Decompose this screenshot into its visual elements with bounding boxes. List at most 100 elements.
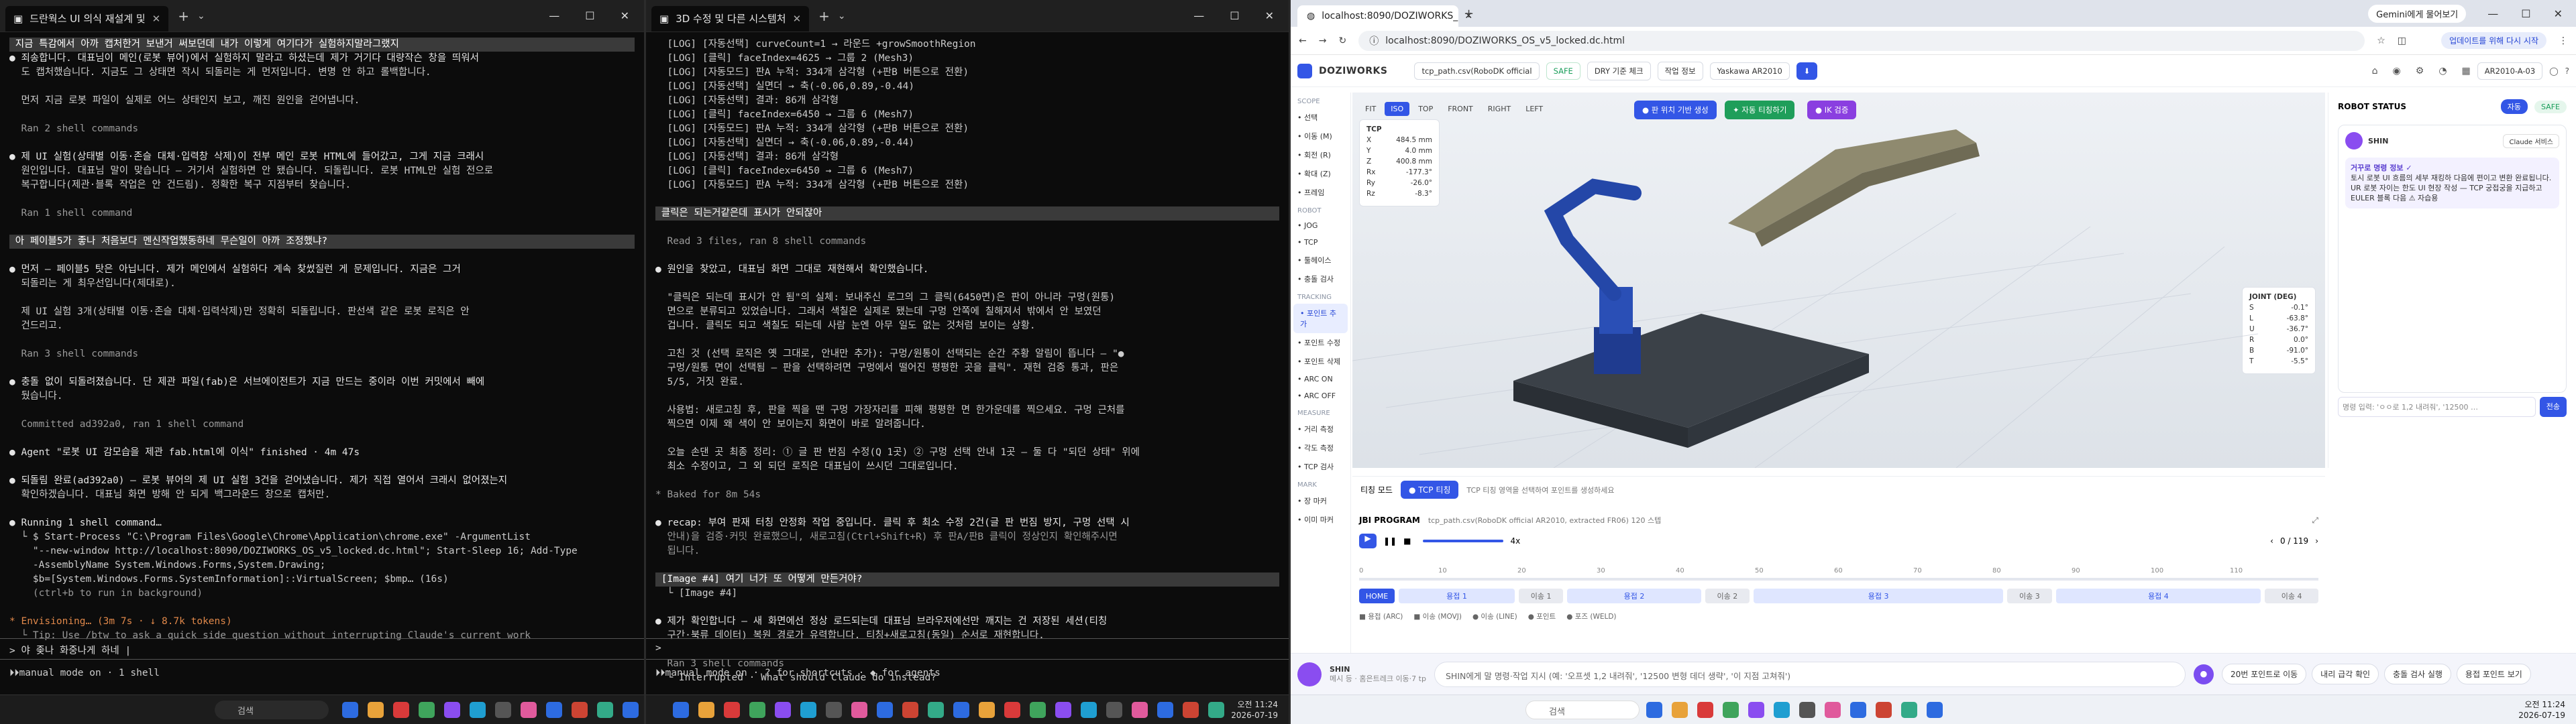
minimize-icon[interactable]: —: [549, 9, 559, 22]
taskbar-app-icon[interactable]: [1723, 702, 1739, 718]
taskbar-app-icon[interactable]: [1004, 702, 1020, 718]
sidebar-item[interactable]: • 거리 측정: [1291, 420, 1350, 438]
taskbar-app-icon[interactable]: [953, 702, 969, 718]
sidebar-item[interactable]: • 포인트 삭제: [1291, 352, 1350, 371]
sidebar-item[interactable]: • 선택: [1291, 108, 1350, 127]
quick-action-chip[interactable]: 용접 포인트 보기: [2456, 664, 2531, 684]
extensions-icon[interactable]: ◫: [2398, 36, 2406, 46]
sidebar-item[interactable]: • 회전 (R): [1291, 145, 1350, 164]
model-select[interactable]: Claude 서비스: [2503, 133, 2559, 148]
url-input[interactable]: ⓘ localhost:8090/DOZIWORKS_OS_v5_locked.d…: [1358, 30, 2365, 51]
info-icon[interactable]: ⓘ: [1369, 34, 1379, 48]
taskbar-app-icon[interactable]: [597, 702, 613, 718]
job-info-button[interactable]: 작업 정보: [1657, 61, 1703, 80]
taskbar-app-icon[interactable]: [851, 702, 867, 718]
taskbar-app-icon[interactable]: [1106, 702, 1122, 718]
mode-button[interactable]: DRY 기준 체크: [1587, 61, 1651, 80]
minimize-icon[interactable]: —: [1193, 9, 1204, 22]
chat-input[interactable]: SHIN에게 말 명령·작업 지시 (예: '오프셋 1,2 내려줘', '12…: [1434, 661, 2186, 687]
sidebar-item[interactable]: • ARC OFF: [1291, 387, 1350, 404]
taskbar-app-icon[interactable]: [623, 702, 639, 718]
taskbar-app-icon[interactable]: [1183, 702, 1199, 718]
sidebar-item[interactable]: • 프레임: [1291, 183, 1350, 202]
timeline-segment[interactable]: 용접 4: [2055, 589, 2261, 603]
sidebar-item[interactable]: • 툴헤이스: [1291, 251, 1350, 269]
taskbar-app-icon[interactable]: [393, 702, 409, 718]
taskbar-app-icon[interactable]: [1927, 702, 1943, 718]
star-icon[interactable]: ☆: [2377, 36, 2385, 46]
taskbar-app-icon[interactable]: [724, 702, 740, 718]
taskbar-app-icon[interactable]: [928, 702, 944, 718]
maximize-icon[interactable]: ☐: [1230, 9, 1239, 22]
taskbar-app-icon[interactable]: [572, 702, 588, 718]
quick-action-chip[interactable]: 20번 포인트로 이동: [2221, 664, 2307, 684]
download-icon[interactable]: ⬇: [1796, 62, 1818, 80]
sidebar-item[interactable]: • JOG: [1291, 217, 1350, 234]
auto-badge[interactable]: 자동: [2500, 99, 2528, 114]
taskbar-clock[interactable]: 오전 11:24 2026-07-19: [2518, 699, 2565, 721]
taskbar-app-icon[interactable]: [1825, 702, 1841, 718]
command-input[interactable]: 명령 입력: 'ㅇㅇ로 1,2 내려줘', '12500 …: [2338, 397, 2536, 417]
back-icon[interactable]: ←: [1299, 36, 1307, 46]
timeline-segment[interactable]: 이송 2: [1705, 589, 1750, 603]
speed-slider[interactable]: [1423, 540, 1504, 542]
taskbar-app-icon[interactable]: [419, 702, 435, 718]
taskbar-app-icon[interactable]: [368, 702, 384, 718]
quick-action-chip[interactable]: 내리 급각 확인: [2312, 664, 2379, 684]
minimize-icon[interactable]: —: [2487, 7, 2498, 20]
taskbar-app-icon[interactable]: [1901, 702, 1917, 718]
timeline-track[interactable]: [1359, 578, 2318, 581]
collapse-icon[interactable]: ⤢: [2312, 516, 2318, 526]
taskbar-app-icon[interactable]: [1055, 702, 1071, 718]
close-icon[interactable]: ✕: [793, 13, 802, 25]
taskbar-app-icon[interactable]: [521, 702, 537, 718]
taskbar-app-icon[interactable]: [444, 702, 460, 718]
sidebar-item[interactable]: • 포인트 수정: [1291, 333, 1350, 352]
maximize-icon[interactable]: ☐: [585, 9, 594, 22]
new-tab-icon[interactable]: +: [1464, 7, 1474, 21]
gemini-button[interactable]: Gemini에게 물어보기: [2368, 4, 2467, 23]
close-window-icon[interactable]: ✕: [621, 9, 629, 22]
pause-icon[interactable]: ❚❚: [1383, 536, 1397, 546]
taskbar-app-icon[interactable]: [495, 702, 511, 718]
mic-icon[interactable]: ●: [2193, 664, 2214, 684]
taskbar-search[interactable]: 검색: [215, 701, 329, 719]
timeline-segment[interactable]: 이송 3: [2007, 589, 2052, 603]
timeline-segment[interactable]: 이송 1: [1518, 589, 1564, 603]
close-window-icon[interactable]: ✕: [2554, 7, 2563, 20]
timeline-segment[interactable]: 용접 3: [1754, 589, 2004, 603]
taskbar-app-icon[interactable]: [673, 702, 689, 718]
settings-icon[interactable]: ⚙: [2416, 66, 2424, 76]
timeline-segment[interactable]: 용접 2: [1567, 589, 1701, 603]
taskbar-app-icon[interactable]: [749, 702, 765, 718]
prev-step-icon[interactable]: ‹: [2270, 536, 2273, 546]
new-tab-icon[interactable]: +: [178, 8, 189, 24]
sidebar-item[interactable]: • 포인트 추가: [1293, 304, 1348, 333]
taskbar-app-icon[interactable]: [1774, 702, 1790, 718]
taskbar-app-icon[interactable]: [1850, 702, 1866, 718]
tab-tcp-teach[interactable]: ● TCP 티칭: [1400, 481, 1459, 499]
forward-icon[interactable]: →: [1319, 36, 1327, 46]
sidebar-item[interactable]: • 충돌 검사: [1291, 269, 1350, 288]
sidebar-item[interactable]: • TCP 검사: [1291, 457, 1350, 476]
taskbar-app-icon[interactable]: [1799, 702, 1815, 718]
notification-icon[interactable]: ◔: [2438, 66, 2447, 76]
taskbar-app-icon[interactable]: [775, 702, 791, 718]
sidebar-item[interactable]: • 확대 (Z): [1291, 164, 1350, 183]
send-button[interactable]: 전송: [2539, 397, 2567, 417]
terminal-tab[interactable]: ▣ 드란웍스 UI 의식 재설계 및 ✕: [5, 5, 169, 32]
robot-select[interactable]: Yaskawa AR2010: [1709, 62, 1790, 80]
taskbar-clock[interactable]: 오전 11:24 2026-07-19: [1231, 699, 1278, 721]
taskbar-app-icon[interactable]: [1876, 702, 1892, 718]
taskbar-search[interactable]: 검색: [1525, 701, 1640, 719]
taskbar-app-icon[interactable]: [342, 702, 358, 718]
taskbar-app-icon[interactable]: [877, 702, 893, 718]
taskbar-app-icon[interactable]: [698, 702, 714, 718]
file-select[interactable]: tcp_path.csv(RoboDK official: [1414, 62, 1540, 80]
close-icon[interactable]: ✕: [152, 13, 161, 25]
user-icon[interactable]: ◯: [2549, 66, 2558, 76]
sidebar-item[interactable]: • 이미 마커: [1291, 510, 1350, 529]
taskbar-app-icon[interactable]: [1030, 702, 1046, 718]
taskbar-app-icon[interactable]: [1672, 702, 1688, 718]
camera-icon[interactable]: ◉: [2393, 66, 2401, 76]
